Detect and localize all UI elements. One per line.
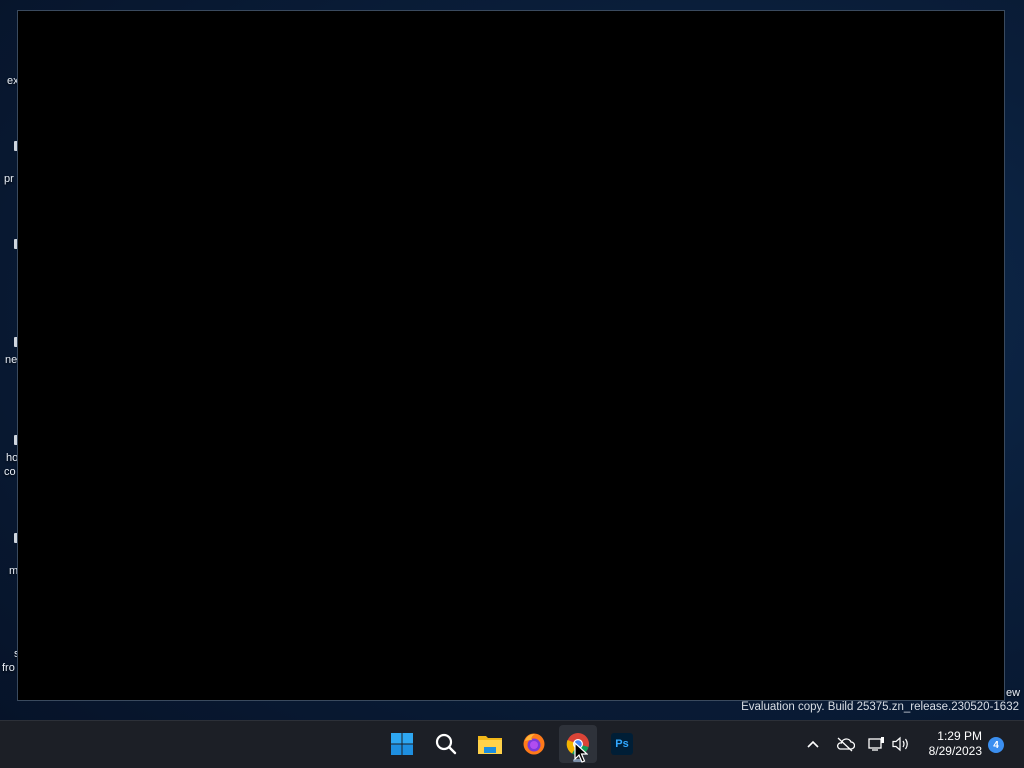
volume-button[interactable] — [890, 733, 912, 755]
photoshop-icon-text: Ps — [615, 738, 629, 750]
chevron-up-icon — [807, 740, 819, 748]
mouse-cursor-icon — [574, 742, 588, 763]
photoshop-icon: Ps — [611, 733, 633, 755]
network-button[interactable] — [866, 733, 888, 755]
network-icon — [868, 737, 884, 751]
desktop-icon-label[interactable]: co — [4, 466, 16, 479]
clock-date: 8/29/2023 — [928, 744, 982, 758]
desktop-icon-label[interactable]: pr — [4, 173, 14, 186]
firefox-icon — [523, 733, 545, 755]
search-button[interactable] — [427, 725, 465, 763]
desktop-icon-label[interactable]: ew — [1006, 687, 1020, 700]
start-button[interactable] — [383, 725, 421, 763]
app-window[interactable] — [17, 10, 1005, 701]
desktop-icon-label[interactable]: ne — [5, 354, 17, 367]
evaluation-watermark: Evaluation copy. Build 25375.zn_release.… — [741, 701, 1019, 713]
onedrive-button[interactable] — [834, 733, 856, 755]
firefox-button[interactable] — [515, 725, 553, 763]
speaker-icon — [892, 736, 908, 752]
cloud-offline-icon — [837, 737, 855, 752]
folder-icon — [478, 736, 502, 754]
clock-button[interactable]: 1:29 PM 8/29/2023 — [929, 729, 982, 759]
taskbar: Ps 1:29 PM 8/29/2023 4 — [0, 720, 1024, 768]
notification-badge[interactable]: 4 — [988, 737, 1004, 753]
desktop-icon-label[interactable]: fro — [2, 662, 15, 675]
photoshop-button[interactable]: Ps — [603, 725, 641, 763]
search-icon — [435, 733, 457, 755]
show-hidden-icons-button[interactable] — [802, 733, 824, 755]
windows-icon — [391, 733, 413, 755]
clock-time: 1:29 PM — [937, 729, 982, 743]
file-explorer-button[interactable] — [471, 725, 509, 763]
